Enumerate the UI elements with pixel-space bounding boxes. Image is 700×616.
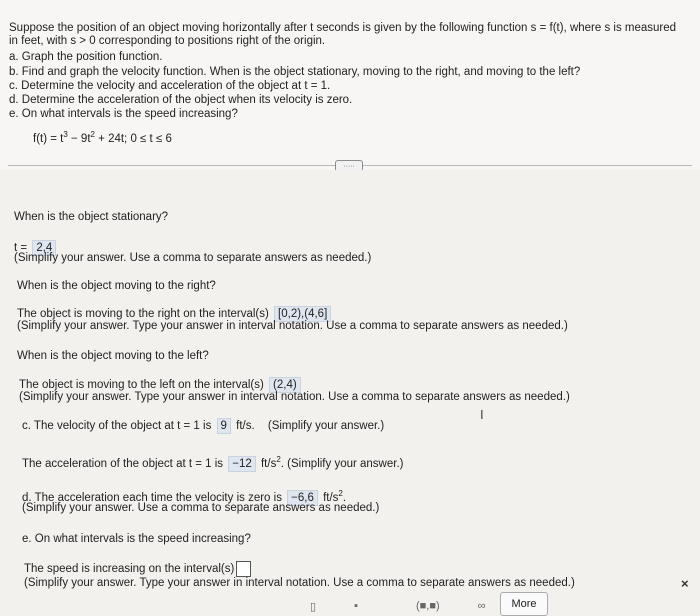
acceleration-row: The acceleration of the object at t = 1 … <box>22 455 404 472</box>
close-icon[interactable]: × <box>681 576 689 591</box>
part-e-question: e. On what intervals is the speed increa… <box>22 533 251 545</box>
problem-part-b: b. Find and graph the velocity function.… <box>9 66 581 78</box>
problem-part-a: a. Graph the position function. <box>9 51 163 63</box>
acceleration-answer[interactable]: −12 <box>228 455 256 472</box>
problem-intro-line1: Suppose the position of an object moving… <box>9 22 677 34</box>
problem-panel: Suppose the position of an object moving… <box>0 0 700 170</box>
math-toolbar: ▯ ▪ (■,■) ∞ <box>250 596 690 616</box>
mixed-number-tool-icon[interactable]: ▪ <box>354 600 358 612</box>
interval-tool-icon[interactable]: (■,■) <box>416 600 440 612</box>
part-e-answer-row: The speed is increasing on the interval(… <box>24 561 252 577</box>
problem-part-c: c. Determine the velocity and accelerati… <box>9 80 331 92</box>
speed-interval-input[interactable] <box>236 561 252 577</box>
fraction-tool-icon[interactable]: ▯ <box>310 600 316 613</box>
velocity-row: c. The velocity of the object at t = 1 i… <box>22 418 385 434</box>
more-button[interactable]: More <box>500 592 548 616</box>
stationary-question: When is the object stationary? <box>14 211 169 223</box>
left-question: When is the object moving to the left? <box>17 350 209 362</box>
part-d-hint: (Simplify your answer. Use a comma to se… <box>22 502 380 514</box>
right-hint: (Simplify your answer. Type your answer … <box>17 320 568 332</box>
position-function: f(t) = t3 − 9t2 + 24t; 0 ≤ t ≤ 6 <box>33 130 172 145</box>
velocity-answer[interactable]: 9 <box>216 418 231 434</box>
stationary-hint: (Simplify your answer. Use a comma to se… <box>14 252 372 264</box>
problem-intro-line2: in feet, with s > 0 corresponding to pos… <box>9 35 326 47</box>
problem-part-e: e. On what intervals is the speed increa… <box>9 108 238 120</box>
left-hint: (Simplify your answer. Type your answer … <box>19 391 570 403</box>
right-question: When is the object moving to the right? <box>17 280 216 292</box>
part-e-hint: (Simplify your answer. Type your answer … <box>24 577 575 589</box>
infinity-tool-icon[interactable]: ∞ <box>478 600 486 612</box>
text-cursor-icon: I <box>480 407 484 422</box>
problem-part-d: d. Determine the acceleration of the obj… <box>9 94 353 106</box>
